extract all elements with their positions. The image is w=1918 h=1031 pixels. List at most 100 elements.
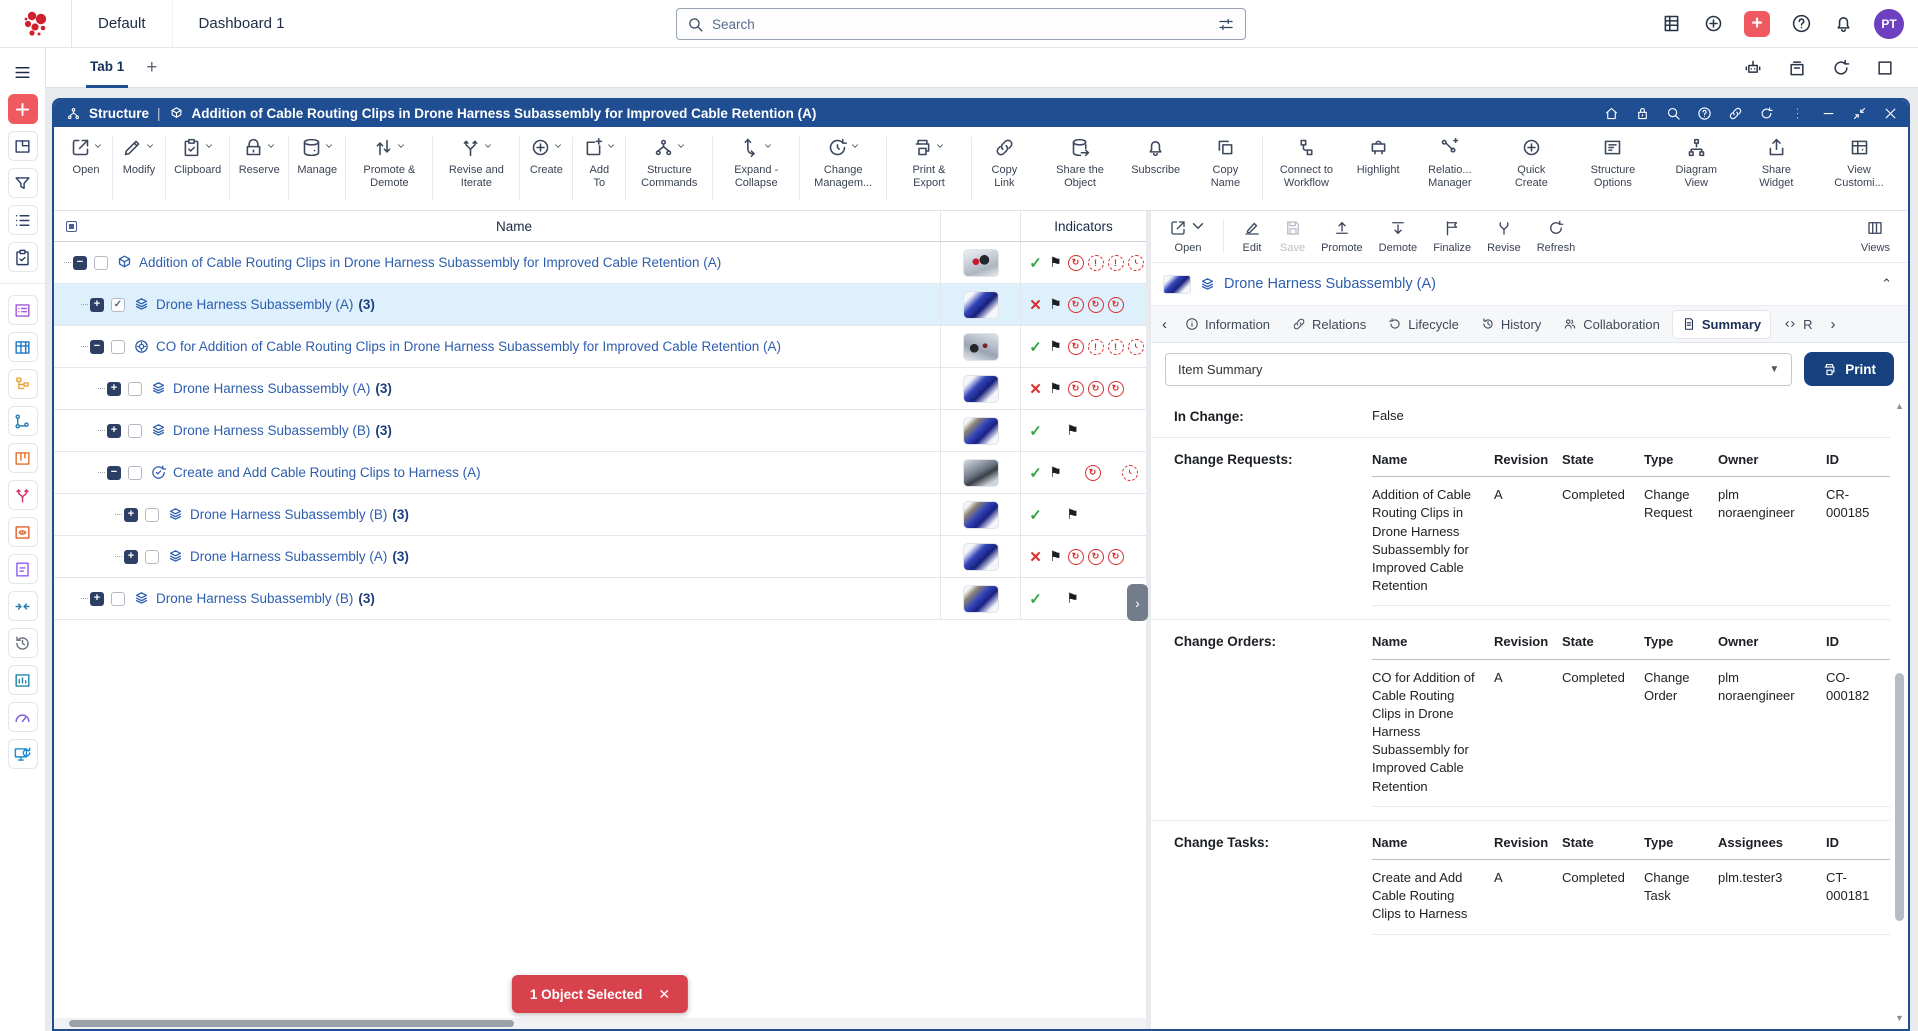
quick-add-button[interactable]: + (1744, 11, 1770, 37)
global-search[interactable] (676, 8, 1246, 40)
item-label[interactable]: Drone Harness Subassembly (A) (173, 381, 370, 396)
save-button[interactable]: Save (1272, 211, 1313, 262)
item-label[interactable]: CO for Addition of Cable Routing Clips i… (156, 339, 781, 354)
subscribe-button[interactable]: Subscribe (1123, 127, 1188, 210)
row-checkbox[interactable] (128, 466, 142, 480)
close-icon[interactable] (1882, 106, 1898, 122)
tree-row[interactable]: − CO for Addition of Cable Routing Clips … (54, 326, 1146, 368)
vertical-scrollbar[interactable]: ▲ ▼ (1893, 395, 1906, 1029)
kanban-sidebar-button[interactable] (8, 443, 38, 473)
graph-sidebar-button[interactable] (8, 406, 38, 436)
list-sidebar-button[interactable] (8, 205, 38, 235)
collapse-node-button[interactable]: − (90, 340, 104, 354)
row-checkbox[interactable] (128, 424, 142, 438)
merge-sidebar-button[interactable] (8, 591, 38, 621)
diagram-view-button[interactable]: Diagram View (1656, 127, 1737, 210)
menu-sidebar-button[interactable] (8, 57, 38, 87)
scroll-down-icon[interactable]: ▼ (1895, 1013, 1904, 1023)
row-checkbox[interactable] (111, 592, 125, 606)
help-icon[interactable] (1790, 13, 1812, 35)
window-refresh-icon[interactable] (1758, 106, 1774, 122)
item-label[interactable]: Create and Add Cable Routing Clips to Ha… (173, 465, 481, 480)
history-sidebar-button[interactable] (8, 628, 38, 658)
refresh-button[interactable]: Refresh (1529, 211, 1584, 262)
branch-sidebar-button[interactable] (8, 480, 38, 510)
tab-history[interactable]: History (1472, 311, 1550, 338)
tab-collaboration[interactable]: Collaboration (1554, 311, 1669, 338)
dashboard-sidebar-button[interactable] (8, 702, 38, 732)
refresh-icon[interactable] (1830, 57, 1852, 79)
add-to-button[interactable]: Add To (573, 127, 625, 210)
tabs-scroll-left[interactable]: ‹ (1157, 316, 1172, 333)
home-icon[interactable] (1603, 106, 1619, 122)
remote-sync-sidebar-button[interactable] (8, 739, 38, 769)
tree-row[interactable]: +Drone Harness Subassembly (B)(3)✓⚑ (54, 494, 1146, 536)
item-label[interactable]: Drone Harness Subassembly (B) (173, 423, 370, 438)
item-label[interactable]: Drone Harness Subassembly (A) (156, 297, 353, 312)
kebab-icon[interactable] (1789, 106, 1805, 122)
minimize-icon[interactable] (1820, 106, 1836, 122)
views-button[interactable]: Views (1853, 211, 1898, 262)
tab-lifecycle[interactable]: Lifecycle (1379, 311, 1468, 338)
row-checkbox[interactable] (111, 340, 125, 354)
reports-sidebar-button[interactable] (8, 665, 38, 695)
view-customi-button[interactable]: View Customi... (1816, 127, 1902, 210)
toast-close-icon[interactable]: ✕ (658, 986, 670, 1003)
promote-button[interactable]: Promote (1313, 211, 1371, 262)
quick-create-button[interactable]: Quick Create (1493, 127, 1570, 210)
copy-link-button[interactable]: Copy Link (972, 127, 1037, 210)
window-search-icon[interactable] (1665, 106, 1681, 122)
copy-name-button[interactable]: Copy Name (1188, 127, 1262, 210)
relatio-manager-button[interactable]: Relatio... Manager (1407, 127, 1493, 210)
assistant-icon[interactable] (1742, 57, 1764, 79)
export-grid-icon[interactable] (1660, 13, 1682, 35)
row-checkbox[interactable] (145, 508, 159, 522)
notifications-icon[interactable] (1832, 13, 1854, 35)
connect-to-workflow-button[interactable]: Connect to Workflow (1263, 127, 1349, 210)
expand-node-button[interactable]: + (124, 550, 138, 564)
tree-row[interactable]: +Drone Harness Subassembly (A)(3)✕⚑↻↻↻ (54, 368, 1146, 410)
tab-summary[interactable]: Summary (1673, 311, 1770, 338)
add-tab-button[interactable]: + (146, 57, 157, 79)
nav-dashboard-1[interactable]: Dashboard 1 (172, 0, 311, 48)
nav-default[interactable]: Default (72, 0, 172, 48)
search-settings-icon[interactable] (1217, 15, 1235, 33)
promote-demote-button[interactable]: Promote & Demote (346, 127, 432, 210)
collapse-node-button[interactable]: − (73, 256, 87, 270)
expand-node-button[interactable]: + (107, 382, 121, 396)
link-icon[interactable] (1727, 106, 1743, 122)
scroll-up-icon[interactable]: ▲ (1895, 401, 1904, 411)
demote-button[interactable]: Demote (1371, 211, 1426, 262)
tree-row[interactable]: −Create and Add Cable Routing Clips to H… (54, 452, 1146, 494)
column-indicators[interactable]: Indicators (1020, 211, 1146, 241)
expand-node-button[interactable]: + (90, 592, 104, 606)
summary-view-select[interactable]: Item Summary ▼ (1165, 353, 1792, 386)
change-managem-button[interactable]: Change Managem... (800, 127, 886, 210)
tabs-scroll-right[interactable]: › (1826, 316, 1841, 333)
tab-information[interactable]: Information (1176, 311, 1279, 338)
manage-button[interactable]: Manage (289, 127, 345, 210)
expand-collapse-button[interactable]: Expand - Collapse (713, 127, 799, 210)
expand-node-button[interactable]: + (107, 424, 121, 438)
expand-panel-button[interactable]: › (1127, 584, 1148, 621)
collapse-panel-icon[interactable]: ⌃ (1881, 276, 1892, 292)
grid-sidebar-button[interactable] (8, 332, 38, 362)
reserve-button[interactable]: Reserve (230, 127, 288, 210)
share-the-object-button[interactable]: Share the Object (1037, 127, 1123, 210)
column-name[interactable]: Name (88, 219, 940, 234)
item-label[interactable]: Drone Harness Subassembly (B) (190, 507, 387, 522)
print-button[interactable]: Print (1804, 352, 1894, 386)
avatar[interactable]: PT (1874, 9, 1904, 39)
hierarchy-sidebar-button[interactable] (8, 369, 38, 399)
collection-icon[interactable] (1786, 57, 1808, 79)
row-checkbox[interactable] (94, 256, 108, 270)
tree-row[interactable]: +Drone Harness Subassembly (B)(3)✓⚑ (54, 578, 1146, 620)
horizontal-scrollbar-thumb[interactable] (69, 1020, 514, 1027)
structure-options-button[interactable]: Structure Options (1570, 127, 1656, 210)
print-export-button[interactable]: Print & Export (887, 127, 971, 210)
window-sidebar-button[interactable] (8, 131, 38, 161)
share-widget-button[interactable]: Share Widget (1737, 127, 1816, 210)
search-input[interactable] (712, 17, 1209, 32)
filter-sidebar-button[interactable] (8, 168, 38, 198)
item-label[interactable]: Addition of Cable Routing Clips in Drone… (139, 255, 721, 270)
